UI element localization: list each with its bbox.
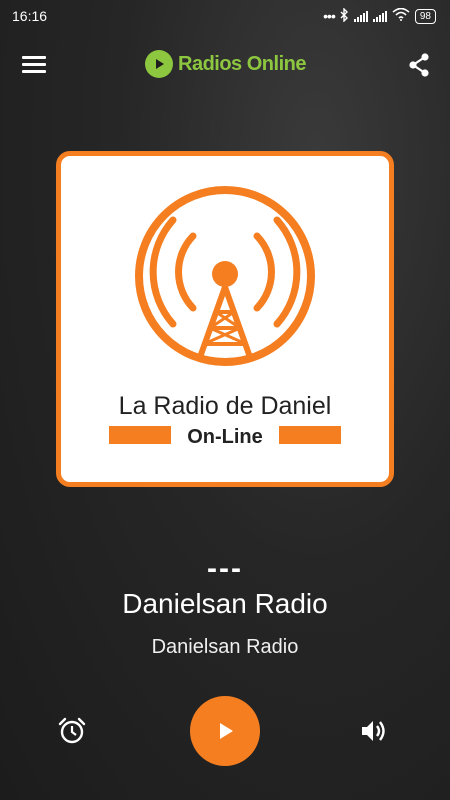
station-name: La Radio de Daniel <box>119 392 332 420</box>
volume-icon[interactable] <box>358 716 388 746</box>
bluetooth-icon <box>340 6 349 25</box>
signal-icon <box>353 10 368 22</box>
status-bar: 16:16 ••• 98 <box>0 0 450 32</box>
app-bar: Radios Online <box>0 36 450 96</box>
hamburger-menu-icon[interactable] <box>22 54 48 76</box>
station-tagline: On-Line <box>187 426 263 448</box>
play-icon <box>220 723 233 739</box>
share-icon[interactable] <box>406 52 432 78</box>
status-icons: ••• 98 <box>323 6 436 25</box>
battery-icon: 98 <box>414 8 436 24</box>
station-artwork: La Radio de Daniel On-Line <box>56 151 394 487</box>
status-time: 16:16 <box>12 8 48 24</box>
current-track: --- <box>207 552 243 585</box>
more-dots-icon: ••• <box>323 8 336 24</box>
logo-text: Radios Online <box>178 52 306 75</box>
station-subtitle: Danielsan Radio <box>151 636 299 658</box>
logo-play-icon <box>145 50 173 78</box>
signal-icon <box>372 10 387 22</box>
alarm-clock-icon[interactable] <box>57 716 87 746</box>
tagline-bar-right <box>279 426 341 444</box>
tagline-bar-left <box>109 426 171 444</box>
play-button[interactable] <box>190 696 260 766</box>
radio-tower-icon <box>135 186 315 366</box>
app-logo: Radios Online <box>145 50 306 78</box>
station-title: Danielsan Radio <box>122 588 328 619</box>
wifi-icon <box>392 7 410 24</box>
